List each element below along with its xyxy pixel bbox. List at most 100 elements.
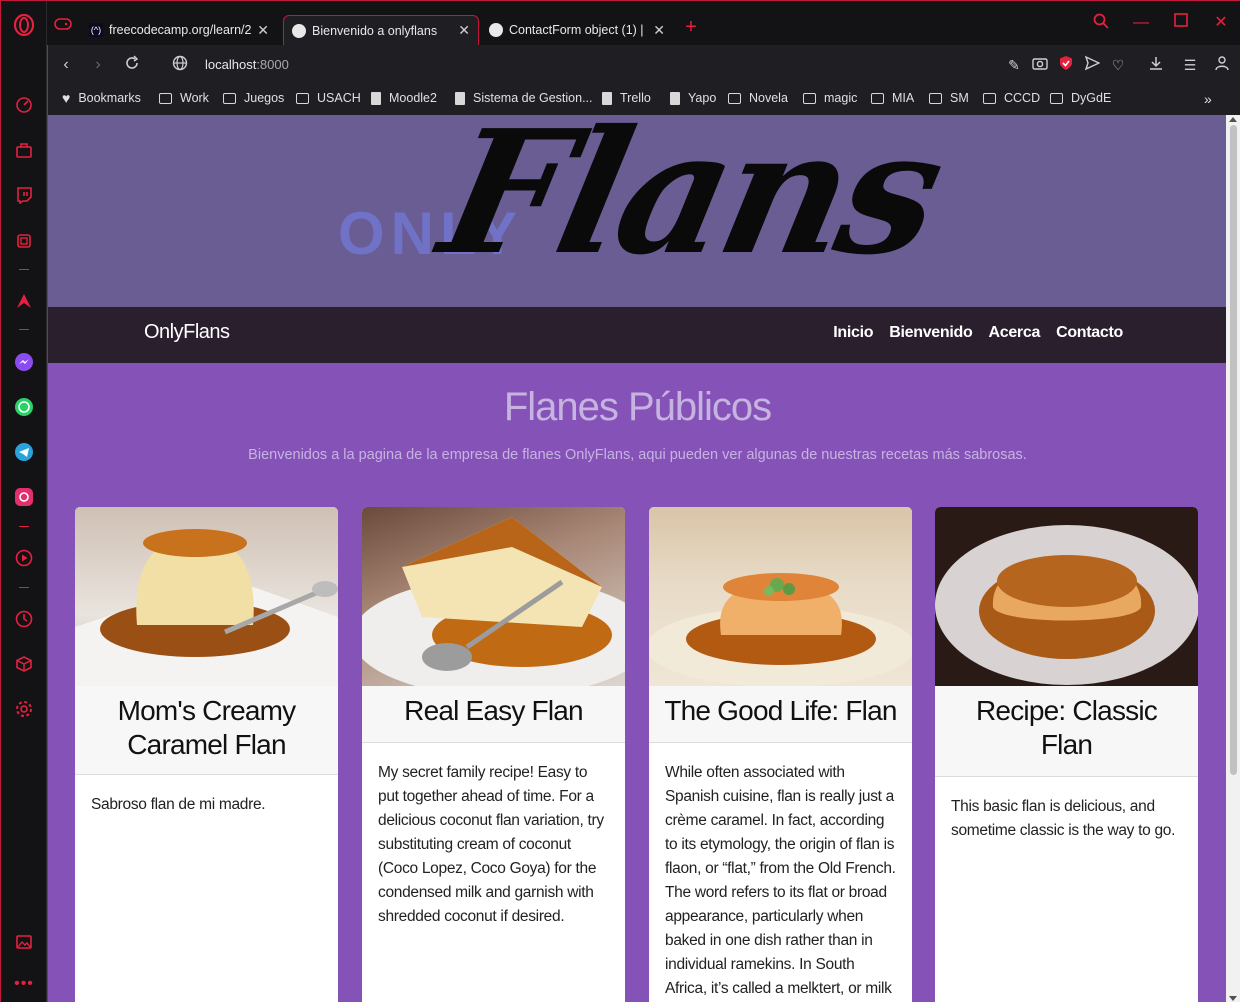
- card-title: Real Easy Flan: [362, 686, 625, 743]
- back-button[interactable]: ‹: [56, 55, 76, 75]
- forward-button[interactable]: ›: [88, 55, 108, 75]
- close-tab-icon[interactable]: ✕: [257, 22, 269, 39]
- sidebar-divider: [19, 269, 29, 270]
- nav-link-contacto[interactable]: Contacto: [1056, 324, 1123, 342]
- close-tab-icon[interactable]: ✕: [458, 22, 470, 39]
- nav-links: Inicio Bienvenido Acerca Contacto: [833, 324, 1123, 342]
- bookmark-label: Bookmarks: [78, 91, 141, 105]
- opera-sidebar: •••: [1, 1, 47, 1002]
- logo-flans-text: Flans: [426, 115, 954, 293]
- send-icon[interactable]: [1082, 55, 1102, 75]
- twitch-icon[interactable]: [13, 184, 35, 206]
- card-text: While often associated with Spanish cuis…: [665, 764, 896, 997]
- profile-icon[interactable]: [1212, 55, 1232, 75]
- snapshot-camera-icon[interactable]: [1030, 55, 1050, 75]
- whatsapp-icon[interactable]: [13, 396, 35, 418]
- browser-window: ••• (^) freecodecamp.org/learn/2022/r ✕ …: [0, 0, 1240, 1002]
- bookmark-usach[interactable]: USACH: [296, 91, 361, 105]
- messenger-icon[interactable]: [13, 351, 35, 373]
- nav-link-inicio[interactable]: Inicio: [833, 324, 873, 342]
- url-port: :8000: [256, 57, 289, 72]
- opera-logo-icon[interactable]: [13, 14, 35, 36]
- bookmark-label: Moodle2: [389, 91, 437, 105]
- flan-card: Recipe: Classic Flan This basic flan is …: [935, 507, 1198, 1002]
- telegram-icon[interactable]: [13, 441, 35, 463]
- heart-icon[interactable]: ♡: [1108, 55, 1128, 75]
- hero-banner: ONLY Flans: [48, 115, 1227, 307]
- scrollbar-thumb[interactable]: [1230, 125, 1237, 775]
- url-host: localhost: [205, 57, 257, 72]
- settings-gear-icon[interactable]: [13, 698, 35, 720]
- bookmark-juegos[interactable]: Juegos: [223, 91, 284, 105]
- folder-icon: [871, 92, 884, 104]
- bookmark-cccd[interactable]: CCCD: [983, 91, 1040, 105]
- aria-icon[interactable]: [13, 290, 35, 312]
- nav-link-bienvenido[interactable]: Bienvenido: [889, 324, 973, 342]
- folder-icon: [983, 92, 996, 104]
- more-dots-icon[interactable]: •••: [13, 973, 35, 995]
- url-field[interactable]: localhost:8000: [205, 57, 289, 72]
- folder-icon: [159, 92, 172, 104]
- close-window-button[interactable]: ✕: [1211, 13, 1231, 33]
- bookmark-label: CCCD: [1004, 91, 1041, 105]
- page-viewport: ONLY Flans OnlyFlans Inicio Bienvenido A…: [47, 115, 1240, 1002]
- search-icon[interactable]: [1091, 13, 1111, 33]
- gallery-icon[interactable]: [13, 931, 35, 953]
- shopping-icon[interactable]: [13, 139, 35, 161]
- bookmark-sistema[interactable]: Sistema de Gestion...: [455, 91, 593, 105]
- bookmarks-overflow-icon[interactable]: »: [1204, 91, 1212, 107]
- extensions-icon[interactable]: [13, 653, 35, 675]
- edit-share-icon[interactable]: ✎: [1004, 55, 1024, 75]
- page-icon: [670, 91, 680, 105]
- bookmark-bookmarks[interactable]: ♥ Bookmarks: [62, 91, 141, 106]
- card-text: My secret family recipe! Easy to put tog…: [378, 764, 604, 925]
- close-tab-icon[interactable]: ✕: [653, 22, 665, 39]
- section-title: Flanes Públicos: [503, 385, 772, 429]
- maximize-button[interactable]: [1171, 13, 1191, 33]
- tab-contactform[interactable]: ContactForm object (1) | Change ✕: [481, 15, 673, 45]
- gamepad-icon[interactable]: [53, 17, 73, 37]
- bookmark-mia[interactable]: MIA: [871, 91, 914, 105]
- page-scrollbar[interactable]: [1226, 115, 1240, 1002]
- card-title: Mom's Creamy Caramel Flan: [75, 686, 338, 775]
- folder-icon: [1050, 92, 1063, 104]
- bookmark-dygde[interactable]: DyGdE: [1050, 91, 1111, 105]
- sidebar-divider: [19, 587, 29, 588]
- card-title: The Good Life: Flan: [649, 686, 912, 743]
- speed-dial-icon[interactable]: [13, 94, 35, 116]
- easy-setup-icon[interactable]: ☰: [1180, 55, 1200, 75]
- instagram-icon[interactable]: [13, 486, 35, 508]
- tab-onlyflans[interactable]: Bienvenido a onlyflans ✕: [283, 15, 479, 45]
- tab-label: Bienvenido a onlyflans: [312, 23, 438, 38]
- folder-icon: [728, 92, 741, 104]
- history-icon[interactable]: [13, 608, 35, 630]
- bookmark-novela[interactable]: Novela: [728, 91, 788, 105]
- tab-bar: (^) freecodecamp.org/learn/2022/r ✕ Bien…: [47, 1, 1240, 45]
- player-icon[interactable]: [13, 547, 35, 569]
- ai-chip-icon[interactable]: [13, 230, 35, 252]
- bookmark-trello[interactable]: Trello: [602, 91, 651, 105]
- bookmark-work[interactable]: Work: [159, 91, 209, 105]
- reload-button[interactable]: [122, 55, 142, 75]
- minimize-button[interactable]: —: [1131, 13, 1151, 33]
- globe-favicon-icon: [292, 23, 306, 38]
- new-tab-button[interactable]: +: [681, 17, 701, 37]
- nav-link-acerca[interactable]: Acerca: [988, 324, 1040, 342]
- bookmark-magic[interactable]: magic: [803, 91, 857, 105]
- flan-card: Real Easy Flan My secret family recipe! …: [362, 507, 625, 1002]
- navbar-brand[interactable]: OnlyFlans: [144, 321, 230, 344]
- bookmark-yapo[interactable]: Yapo: [670, 91, 716, 105]
- download-icon[interactable]: [1146, 55, 1166, 75]
- scroll-down-arrow-icon[interactable]: [1229, 996, 1237, 1001]
- scroll-up-arrow-icon[interactable]: [1229, 117, 1237, 122]
- tab-freecodecamp[interactable]: (^) freecodecamp.org/learn/2022/r ✕: [81, 15, 277, 45]
- bookmark-label: SM: [950, 91, 969, 105]
- bookmark-label: MIA: [892, 91, 915, 105]
- freecodecamp-favicon-icon: (^): [89, 23, 103, 37]
- adblock-shield-icon[interactable]: [1056, 55, 1076, 75]
- site-info-globe-icon[interactable]: [170, 55, 190, 75]
- bookmark-sm[interactable]: SM: [929, 91, 969, 105]
- bookmark-moodle2[interactable]: Moodle2: [371, 91, 437, 105]
- bookmark-label: Novela: [749, 91, 788, 105]
- address-bar: ‹ › localhost:8000 ✎ ♡ ☰: [47, 45, 1240, 85]
